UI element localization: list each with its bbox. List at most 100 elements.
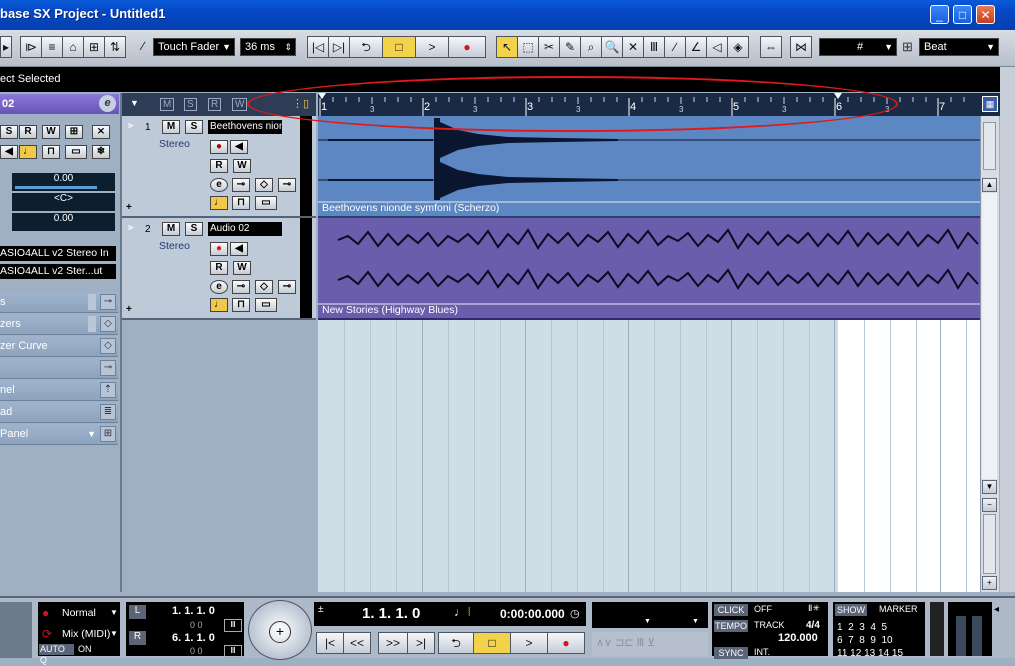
marker-button[interactable]: 7: [848, 635, 854, 646]
transport-play-icon[interactable]: >: [510, 632, 548, 654]
inspector-timebase-icon[interactable]: ♩: [19, 145, 37, 159]
track-write-button[interactable]: W: [233, 261, 251, 275]
inspector-lock-icon[interactable]: ⊓: [42, 145, 60, 159]
snap-to-zero-icon[interactable]: ⋈: [790, 36, 812, 58]
track-list-menu-icon[interactable]: ▼: [130, 98, 139, 108]
inspector-solo-button[interactable]: S: [0, 125, 18, 139]
pool-icon[interactable]: ⊞: [83, 36, 105, 58]
inspector-read-button[interactable]: R: [19, 125, 37, 139]
draw-tool-icon[interactable]: ✎: [559, 36, 581, 58]
volume-fader[interactable]: 0.00: [12, 173, 115, 191]
track-zoom-slider[interactable]: [983, 514, 996, 574]
marker-button[interactable]: 11: [837, 648, 847, 659]
scroll-up-icon[interactable]: ▲: [982, 178, 997, 192]
tempo-value[interactable]: 120.000: [778, 632, 818, 644]
left-locator-marker[interactable]: [318, 93, 326, 99]
track-timebase-icon[interactable]: ♩: [210, 298, 228, 312]
glue-tool-icon[interactable]: ⌕: [580, 36, 602, 58]
track-edit-icon[interactable]: e: [210, 178, 228, 192]
marker-button[interactable]: 10: [882, 635, 893, 646]
track-send-icon[interactable]: ⊸: [278, 178, 296, 192]
track-lanes-icon[interactable]: ▭: [255, 298, 277, 312]
click-button[interactable]: CLICK: [714, 604, 748, 616]
zoom-out-icon[interactable]: −: [982, 498, 997, 512]
track-read-button[interactable]: R: [210, 261, 228, 275]
snap-toggle-icon[interactable]: ⇔: [760, 36, 782, 58]
track-send-icon[interactable]: ⊸: [278, 280, 296, 294]
track-lanes-icon[interactable]: ▭: [255, 196, 277, 210]
inspector-section-notepad[interactable]: ad ≣: [0, 402, 118, 423]
inspector-header[interactable]: 02 e: [0, 94, 119, 114]
inspector-section-eq-curve[interactable]: zer Curve ◇: [0, 336, 118, 357]
track-eq-icon[interactable]: ◇: [255, 280, 273, 294]
global-mute-button[interactable]: M: [160, 98, 175, 111]
marker-button[interactable]: 14: [878, 648, 889, 659]
marker-button[interactable]: 2: [848, 622, 854, 633]
input-routing-dropdown[interactable]: ASIO4ALL v2 Stereo In: [0, 246, 116, 261]
pencil-tool-icon[interactable]: ∕: [664, 36, 686, 58]
inspector-section-channel[interactable]: nel ⇡: [0, 380, 118, 401]
marker-buttons[interactable]: 1 2 3 4 5 6 7 8 9 10 11 12 13 14 15: [837, 621, 925, 660]
delay-control[interactable]: 0.00: [12, 213, 115, 231]
position-bars-value[interactable]: 1. 1. 1. 0: [362, 605, 420, 622]
global-write-button[interactable]: W: [232, 98, 248, 111]
inspector-monitor-icon[interactable]: ◀: [0, 145, 18, 159]
track-solo-button[interactable]: S: [185, 222, 203, 236]
transport-stop-icon[interactable]: □: [473, 632, 511, 654]
inspector-toggle-icon[interactable]: ⧐: [20, 36, 42, 58]
go-to-start-icon[interactable]: |◁: [307, 36, 329, 58]
click-settings-icon[interactable]: Ⅱ✳: [808, 603, 820, 614]
play-icon[interactable]: >: [415, 36, 449, 58]
output-routing-dropdown[interactable]: ASIO4ALL v2 Ster...ut: [0, 264, 116, 279]
track-mute-button[interactable]: M: [162, 120, 180, 134]
marker-button[interactable]: 4: [870, 622, 876, 633]
section-bypass[interactable]: [88, 294, 96, 310]
track-read-button[interactable]: R: [210, 159, 228, 173]
vertical-scrollbar[interactable]: ▲ ▼ − +: [980, 116, 999, 592]
right-locator-slider-icon[interactable]: Ⅲ: [224, 645, 242, 658]
inspector-section-inserts[interactable]: ⊸: [0, 358, 118, 379]
erase-tool-icon[interactable]: ✕: [622, 36, 644, 58]
global-read-button[interactable]: R: [208, 98, 222, 111]
left-locator-slider-icon[interactable]: Ⅲ: [224, 619, 242, 632]
inspector-bypass-icon[interactable]: ⨯: [92, 125, 110, 139]
marker-button[interactable]: 1: [837, 622, 843, 633]
transport-go-start-icon[interactable]: |<: [316, 632, 344, 654]
edit-channel-icon[interactable]: e: [99, 95, 116, 112]
snap-type-dropdown[interactable]: # ▼: [819, 38, 897, 56]
track-expand-icon[interactable]: +: [126, 202, 132, 213]
track-row[interactable]: ⫸ 1 M S Beethovens nionde Stereo ● ◀ R W…: [122, 116, 316, 218]
right-locator-button[interactable]: R: [129, 631, 146, 645]
transport-go-end-icon[interactable]: >|: [407, 632, 435, 654]
event-display[interactable]: Beethovens nionde symfoni (Scherzo) New …: [318, 116, 980, 592]
inspector-section-panel[interactable]: Panel ▼ ⊞: [0, 424, 118, 445]
mute-tool-icon[interactable]: Ⅲ: [643, 36, 665, 58]
range-selection-tool-icon[interactable]: ⬚: [517, 36, 539, 58]
right-locator-marker[interactable]: [834, 93, 842, 99]
audio-event[interactable]: Beethovens nionde symfoni (Scherzo): [318, 116, 980, 218]
marker-button[interactable]: 13: [864, 648, 875, 659]
track-row[interactable]: ⫸ 2 M S Audio 02 Stereo ● ◀ R W e ⊸ ◇ ⊸ …: [122, 218, 316, 320]
inspector-section-sends[interactable]: s ⊸: [0, 292, 118, 313]
track-monitor-icon[interactable]: ◀: [230, 242, 248, 256]
color-tool-icon[interactable]: ◈: [727, 36, 749, 58]
track-height-icon[interactable]: ⋮▯: [292, 97, 309, 110]
transport-rewind-icon[interactable]: <<: [343, 632, 371, 654]
go-to-end-icon[interactable]: ▷|: [328, 36, 350, 58]
tempo-button[interactable]: TEMPO: [714, 620, 748, 632]
activate-project-button[interactable]: ▸: [0, 36, 12, 58]
timeline-ruler[interactable]: 1 2 3 4 5 6 7 3 3 3 3 3 3 ▦: [318, 93, 1000, 116]
zoom-in-icon[interactable]: +: [982, 576, 997, 590]
marker-button[interactable]: 8: [859, 635, 865, 646]
sync-button[interactable]: SYNC: [714, 647, 748, 659]
ruler-options-icon[interactable]: ▦: [982, 96, 998, 112]
position-time-value[interactable]: 0:00:00.000: [500, 607, 565, 621]
record-icon[interactable]: ●: [448, 36, 486, 58]
track-monitor-icon[interactable]: ◀: [230, 140, 248, 154]
marker-button[interactable]: 12: [850, 648, 861, 659]
pan-control[interactable]: <C>: [12, 193, 115, 211]
left-locator-value[interactable]: 1. 1. 1. 0: [172, 605, 215, 617]
split-tool-icon[interactable]: ✂: [538, 36, 560, 58]
track-expand-icon[interactable]: +: [126, 304, 132, 315]
record-mode-value[interactable]: Normal: [62, 607, 96, 619]
